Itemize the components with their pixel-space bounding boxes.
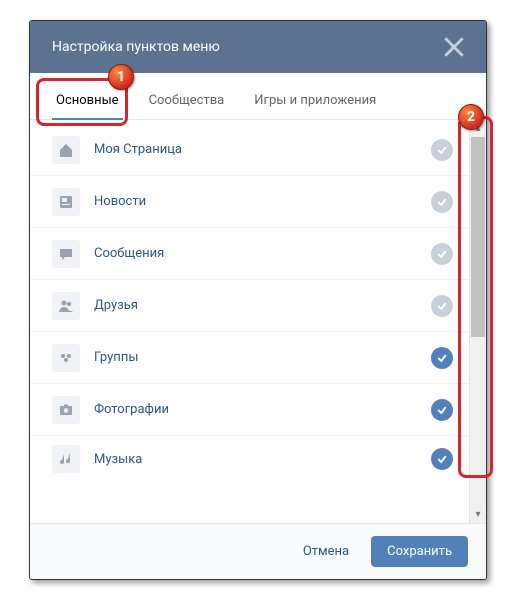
cancel-button[interactable]: Отмена (289, 536, 363, 567)
checkmark-toggle[interactable] (431, 347, 453, 369)
music-icon (52, 445, 80, 473)
dialog-title: Настройка пунктов меню (52, 39, 220, 55)
groups-icon (52, 344, 80, 372)
checkmark-toggle[interactable] (431, 243, 453, 265)
friends-icon (52, 292, 80, 320)
item-label: Сообщения (94, 246, 431, 261)
close-icon (440, 33, 468, 61)
checkmark-toggle[interactable] (431, 399, 453, 421)
item-label: Музыка (94, 452, 431, 467)
dialog: Настройка пунктов меню Основные Сообщест… (29, 20, 487, 580)
dialog-footer: Отмена Сохранить (30, 523, 486, 579)
close-button[interactable] (440, 33, 468, 61)
item-label: Фотографии (94, 402, 431, 417)
tab-communities[interactable]: Сообщества (145, 87, 229, 119)
body: Моя Страница Новости Сообщения Друзья (30, 120, 486, 523)
home-icon (52, 136, 80, 164)
message-icon (52, 240, 80, 268)
item-label: Группы (94, 350, 431, 365)
list-item[interactable]: Моя Страница (30, 124, 469, 176)
list-item[interactable]: Группы (30, 332, 469, 384)
checkmark-toggle[interactable] (431, 139, 453, 161)
checkmark-toggle[interactable] (431, 448, 453, 470)
scroll-thumb[interactable] (471, 137, 485, 337)
checkmark-toggle[interactable] (431, 295, 453, 317)
scroll-down-button[interactable]: ▾ (470, 506, 486, 523)
tabs: Основные Сообщества Игры и приложения (30, 73, 486, 120)
annotation-badge-2: 2 (458, 104, 484, 130)
list-item[interactable]: Музыка (30, 436, 469, 482)
item-label: Новости (94, 194, 431, 209)
menu-list: Моя Страница Новости Сообщения Друзья (30, 120, 469, 523)
tab-games[interactable]: Игры и приложения (250, 87, 380, 119)
checkmark-toggle[interactable] (431, 191, 453, 213)
news-icon (52, 188, 80, 216)
list-item[interactable]: Друзья (30, 280, 469, 332)
item-label: Друзья (94, 298, 431, 313)
scrollbar[interactable]: ▴ ▾ (469, 120, 486, 523)
list-item[interactable]: Сообщения (30, 228, 469, 280)
annotation-badge-1: 1 (108, 64, 134, 90)
save-button[interactable]: Сохранить (371, 536, 468, 567)
dialog-header: Настройка пунктов меню (30, 21, 486, 73)
list-item[interactable]: Новости (30, 176, 469, 228)
list-item[interactable]: Фотографии (30, 384, 469, 436)
photo-icon (52, 396, 80, 424)
item-label: Моя Страница (94, 142, 431, 157)
tab-main[interactable]: Основные (52, 87, 123, 120)
